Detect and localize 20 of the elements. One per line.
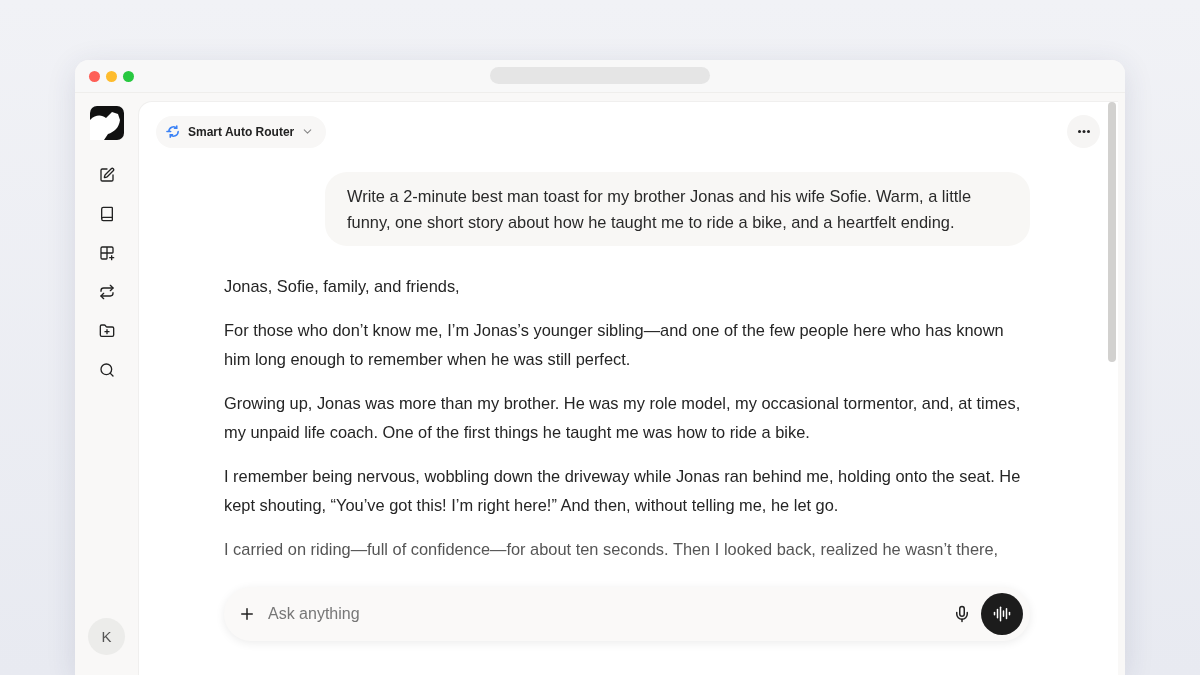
scrollbar[interactable] [1108, 102, 1116, 362]
message-input[interactable]: Ask anything [266, 604, 943, 624]
more-button[interactable] [1067, 115, 1100, 148]
microphone-icon[interactable] [953, 605, 971, 623]
audio-lines-icon [993, 605, 1011, 623]
close-icon[interactable] [89, 70, 100, 82]
response-paragraph: Growing up, Jonas was more than my brother. He was my role model, my occasional tormentor, and, at times, my unpaid life coach. One of the first things he taught me was how to ride a bike. [224, 393, 1022, 443]
voice-button[interactable] [981, 593, 1023, 635]
message-field[interactable]: Ask anything [224, 587, 1030, 641]
response-paragraph: I remember being nervous, wobbling down the driveway while Jonas ran behind me, holding onto the seat. He kept shouting, “You’ve got this! I’m right here!” And then, without telling me, he let go. [224, 466, 1022, 516]
user-message: Write a 2-minute best man toast for my brother Jonas and his wife Sofie. Warm, a little funny, one short story about how he taught me to ride a bike, and a heartfelt ending. [325, 172, 1030, 246]
response-paragraph: I carried on riding—full of confidence—for about ten seconds. Then I looked back, realized he wasn’t there, [224, 539, 1000, 560]
arrows-icon [166, 124, 181, 139]
logo-icon[interactable] [89, 106, 124, 140]
user-avatar[interactable]: K [88, 618, 125, 655]
response-paragraph: For those who don’t know me, I’m Jonas’s younger sibling—and one of the few people here who has known him long enough to remember when he was still perfect. [224, 320, 1005, 370]
ellipsis-icon [1077, 130, 1090, 133]
add-button[interactable] [238, 605, 256, 623]
response-paragraph: Jonas, Sofie, family, and friends, [224, 276, 461, 297]
model-selector[interactable]: Smart Auto Router [156, 115, 327, 148]
